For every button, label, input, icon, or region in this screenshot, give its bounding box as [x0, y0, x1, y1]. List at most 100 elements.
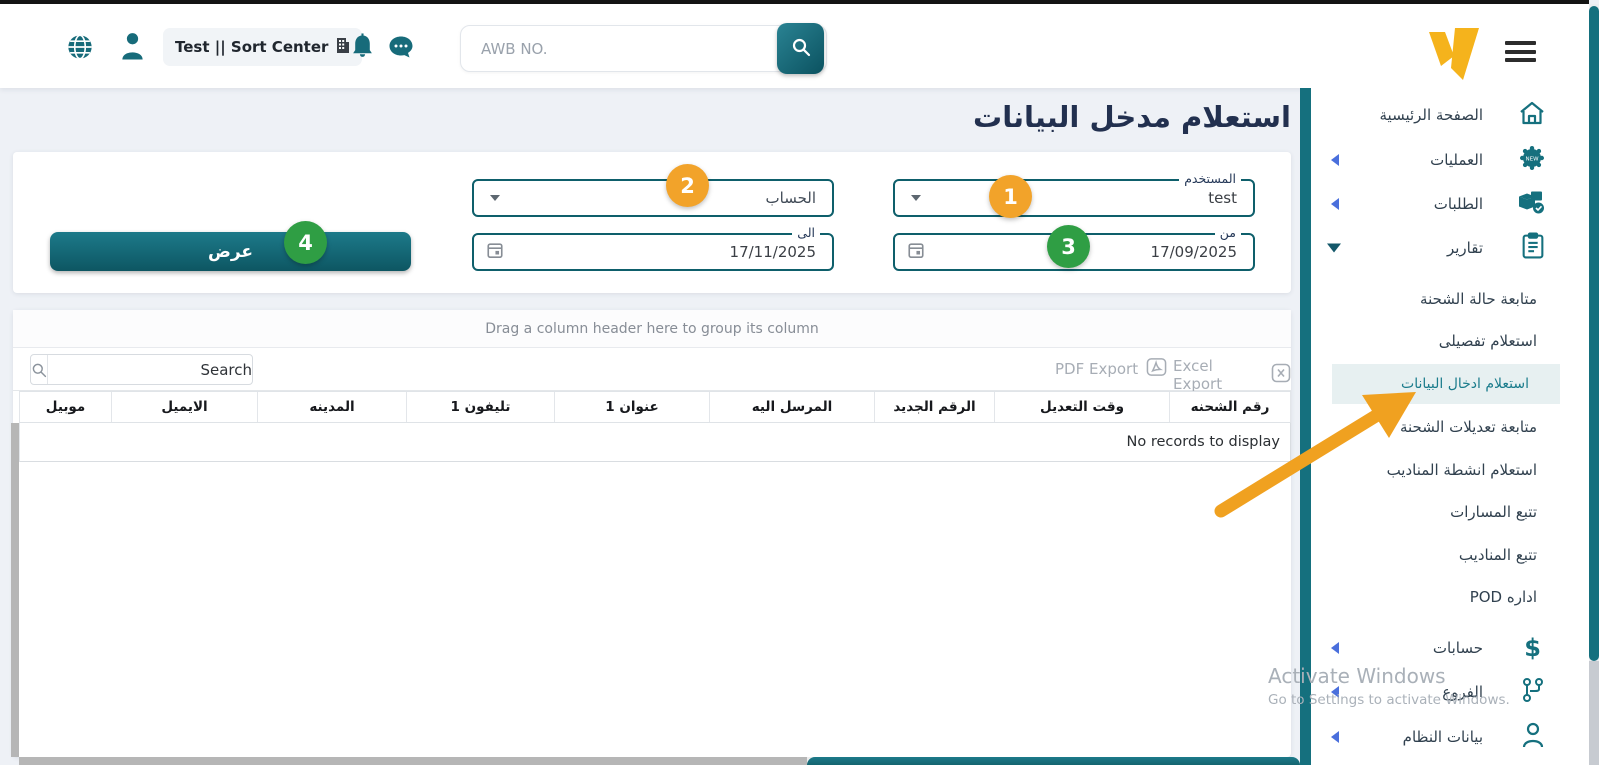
sidebar-item-orders[interactable]: الطلبات — [1311, 184, 1589, 224]
from-field-value: 17/09/2025 — [1151, 243, 1237, 261]
building-icon — [336, 37, 350, 58]
sidebar-subitem-label: اداره POD — [1470, 588, 1537, 606]
sidebar-item-label: العمليات — [1430, 151, 1483, 169]
table-vertical-scrollbar[interactable] — [11, 423, 19, 757]
sidebar-item-label: الصفحة الرئيسية — [1380, 106, 1484, 124]
orders-boxes-icon — [1518, 190, 1545, 219]
sidebar-subitem-label: استعلام ادخال البيانات — [1401, 376, 1529, 392]
sidebar-item-operations[interactable]: NEW العمليات — [1311, 140, 1589, 180]
user-select[interactable]: المستخدم test — [893, 179, 1255, 217]
sidebar-subitem-track-couriers[interactable]: تتبع المناديب — [1311, 535, 1589, 575]
search-icon — [791, 37, 811, 60]
sidebar-subitem-courier-activities[interactable]: استعلام انشطة المناديب — [1311, 450, 1589, 490]
sidebar-item-branches[interactable]: الفروع — [1311, 672, 1589, 712]
sidebar-item-home[interactable]: الصفحة الرئيسية — [1311, 95, 1589, 135]
language-globe-icon[interactable] — [66, 33, 94, 65]
chevron-left-icon — [1331, 731, 1339, 743]
pdf-icon — [1146, 357, 1167, 381]
search-icon — [31, 355, 48, 384]
svg-text:NEW: NEW — [1525, 157, 1539, 163]
column-header-new-number[interactable]: الرقم الجديد — [875, 392, 995, 422]
sidebar-item-system-data[interactable]: بيانات النظام — [1311, 717, 1589, 757]
data-grid-card: Drag a column header here to group its c… — [13, 310, 1291, 757]
step-badge-1: 1 — [989, 175, 1032, 218]
column-header-address1[interactable]: عنوان 1 — [555, 392, 710, 422]
sidebar-subitem-track-routes[interactable]: تتبع المسارات — [1311, 492, 1589, 532]
sidebar-item-label: تقارير — [1447, 239, 1483, 257]
app-root: Test || Sort Center ا — [0, 0, 1599, 765]
sidebar: الصفحة الرئيسية NEW العمليات الطلبات تقا… — [1311, 88, 1589, 765]
chevron-down-icon — [1327, 244, 1341, 253]
grid-toolbar: PDF Export Excel Export — [13, 348, 1291, 391]
sidebar-item-label: حسابات — [1433, 639, 1483, 657]
show-button[interactable]: عرض — [50, 232, 411, 271]
dollar-icon: $ — [1524, 634, 1541, 662]
chevron-left-icon — [1331, 198, 1339, 210]
table-horizontal-scrollbar-thumb[interactable] — [19, 757, 807, 765]
sidebar-item-label: بيانات النظام — [1403, 728, 1483, 746]
branches-network-icon — [1521, 677, 1545, 707]
page-scrollbar[interactable] — [1589, 4, 1599, 765]
column-header-consignee[interactable]: المرسل اليه — [710, 392, 875, 422]
sidebar-item-label: الطلبات — [1434, 195, 1483, 213]
column-header-phone1[interactable]: تليفون 1 — [407, 392, 555, 422]
sidebar-subitem-data-entry-inquiry-active[interactable]: استعلام ادخال البيانات — [1332, 364, 1560, 404]
account-placeholder: الحساب — [766, 189, 817, 207]
sidebar-subitem-label: تتبع المسارات — [1450, 503, 1537, 521]
page-scrollbar-track-lower — [1589, 661, 1599, 765]
column-header-awb-number[interactable]: رقم الشحنه — [1170, 392, 1291, 422]
empty-state-row: No records to display — [19, 423, 1291, 462]
reports-clipboard-icon — [1521, 233, 1545, 264]
excel-export-label: Excel Export — [1173, 357, 1263, 393]
sidebar-item-reports[interactable]: تقارير — [1311, 228, 1589, 268]
calendar-icon[interactable] — [486, 241, 504, 263]
chat-icon[interactable] — [388, 35, 414, 64]
sidebar-subitem-shipment-modifications[interactable]: متابعة تعديلات الشحنة — [1311, 407, 1589, 447]
menu-toggle-icon[interactable] — [1505, 41, 1536, 62]
calendar-icon[interactable] — [907, 241, 925, 263]
sidebar-item-accounts[interactable]: $ حسابات — [1311, 628, 1589, 668]
column-header-edit-time[interactable]: وقت التعديل — [995, 392, 1170, 422]
excel-export-button[interactable]: Excel Export — [1173, 357, 1291, 393]
pdf-export-button[interactable]: PDF Export — [1055, 357, 1167, 381]
awb-search-wrap — [460, 25, 827, 72]
page-scrollbar-thumb[interactable] — [1589, 6, 1599, 661]
awb-search-button[interactable] — [777, 23, 824, 74]
operations-badge-icon: NEW — [1519, 145, 1545, 175]
awb-search-input[interactable] — [461, 26, 761, 71]
sidebar-subitem-shipment-status[interactable]: متابعة حالة الشحنة — [1311, 279, 1589, 319]
workspace-chip[interactable]: Test || Sort Center — [163, 28, 362, 66]
step-badge-2: 2 — [666, 164, 709, 207]
sidebar-subitem-label: متابعة تعديلات الشحنة — [1400, 418, 1537, 436]
chevron-left-icon — [1331, 686, 1339, 698]
person-outline-icon — [1521, 722, 1545, 752]
partial-bottom-button[interactable] — [807, 757, 1300, 765]
step-badge-4: 4 — [284, 221, 327, 264]
group-panel[interactable]: Drag a column header here to group its c… — [13, 310, 1291, 348]
column-header-city[interactable]: المدينه — [258, 392, 407, 422]
column-header-email[interactable]: الايميل — [112, 392, 258, 422]
sidebar-scrollbar[interactable] — [1300, 88, 1311, 765]
step-badge-3: 3 — [1047, 225, 1090, 268]
header-bar: Test || Sort Center — [0, 4, 1589, 88]
pdf-export-label: PDF Export — [1055, 360, 1138, 378]
sidebar-subitem-pod-management[interactable]: اداره POD — [1311, 577, 1589, 617]
grid-search-box — [30, 354, 253, 385]
sidebar-subitem-label: استعلام تفصيلى — [1439, 332, 1537, 350]
sidebar-subitem-detailed-inquiry[interactable]: استعلام تفصيلى — [1311, 321, 1589, 361]
notifications-bell-icon[interactable] — [350, 33, 375, 65]
sidebar-subitem-label: استعلام انشطة المناديب — [1387, 461, 1537, 479]
user-field-label: المستخدم — [1179, 172, 1241, 186]
filter-form-card: المستخدم test الحساب من 17/09/2025 الى 1… — [13, 152, 1291, 293]
workspace-label: Test || Sort Center — [175, 38, 328, 56]
account-select[interactable]: الحساب — [472, 179, 834, 217]
date-to-input[interactable]: الى 17/11/2025 — [472, 233, 834, 271]
grid-search-input[interactable] — [48, 355, 262, 384]
sidebar-subitem-label: تتبع المناديب — [1459, 546, 1537, 564]
to-field-value: 17/11/2025 — [730, 243, 816, 261]
table-header-row: موبيل الايميل المدينه تليفون 1 عنوان 1 ا… — [19, 391, 1291, 423]
caret-down-icon — [911, 195, 921, 201]
sidebar-subitem-label: متابعة حالة الشحنة — [1420, 290, 1537, 308]
user-profile-icon[interactable] — [119, 31, 146, 65]
column-header-mobile[interactable]: موبيل — [19, 392, 112, 422]
